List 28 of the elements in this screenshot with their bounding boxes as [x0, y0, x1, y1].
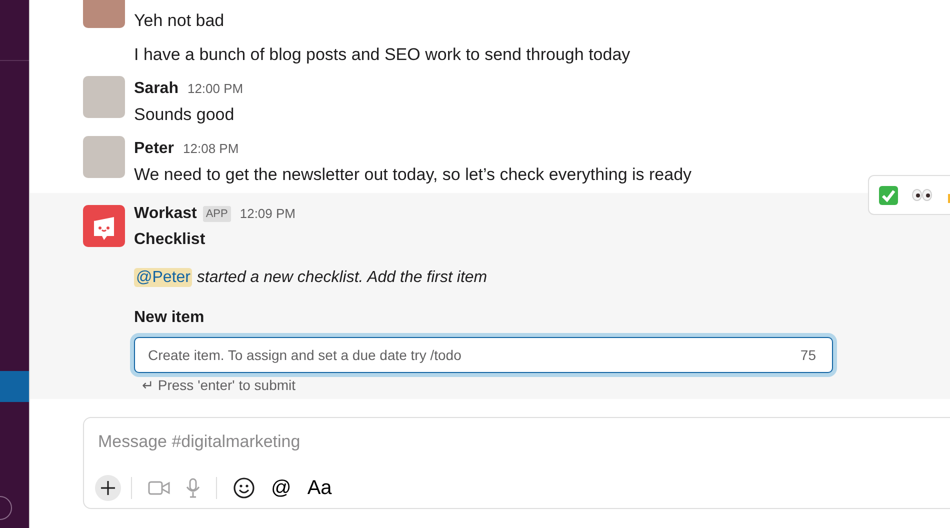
app-badge: APP: [202, 206, 231, 222]
message-title: Checklist: [134, 230, 206, 250]
plus-icon: [101, 481, 115, 495]
mention-button[interactable]: @: [271, 476, 292, 500]
hint-text: ↵ Press 'enter' to submit: [141, 376, 297, 395]
formatting-button[interactable]: Aa: [307, 476, 332, 500]
app-logo-icon[interactable]: [83, 205, 125, 247]
author-name[interactable]: Workast: [134, 201, 197, 227]
message-composer[interactable]: Message #digitalmarketing @ Aa: [83, 417, 950, 509]
author-name[interactable]: Peter: [134, 136, 174, 162]
timestamp[interactable]: 12:09 PM: [240, 201, 296, 227]
message-text: We need to get the newsletter out today, so let’s check everything is ready: [134, 164, 692, 186]
mention-link[interactable]: @Peter: [134, 268, 192, 287]
message-text: Yeh not bad: [134, 10, 226, 32]
add-button[interactable]: [95, 475, 121, 501]
field-label: New item: [134, 308, 206, 328]
composer-placeholder: Message #digitalmarketing: [98, 431, 302, 453]
message-text: Sounds good: [134, 104, 236, 126]
character-counter: 75: [800, 347, 816, 363]
message-text: I have a bunch of blog posts and SEO work to send through today: [134, 44, 630, 66]
timestamp[interactable]: 12:00 PM: [187, 76, 244, 102]
author-name[interactable]: Sarah: [134, 76, 178, 102]
input-field[interactable]: Create item. To assign and set a due date try /todo: [146, 338, 800, 372]
timestamp[interactable]: 12:08 PM: [183, 136, 239, 162]
eyes-icon[interactable]: [912, 189, 932, 201]
emoji-icon[interactable]: [233, 477, 255, 499]
check-mark-icon[interactable]: [879, 186, 898, 204]
message-text: @Peter started a new checklist. Add the first item: [134, 267, 488, 289]
